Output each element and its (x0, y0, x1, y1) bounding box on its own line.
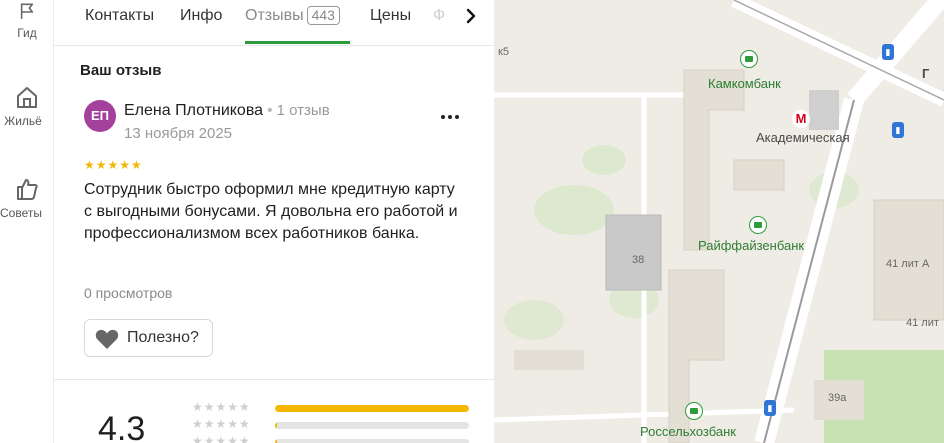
metro-icon[interactable]: M (792, 110, 810, 128)
author-reviews-count: 1 отзыв (276, 102, 330, 119)
tab-reviews[interactable]: Отзывы 443 (245, 6, 340, 26)
author-separator: • (267, 102, 273, 119)
rating-row-3[interactable]: ★★★★★ (192, 434, 482, 443)
rating-bar-fill (275, 422, 277, 429)
map-label-b41b: 41 лит (906, 317, 939, 329)
more-dots-icon (441, 115, 459, 119)
rating-bar-fill (275, 439, 277, 443)
bus-stop-icon[interactable]: ▮ (882, 44, 894, 60)
tab-contacts[interactable]: Контакты (85, 6, 154, 26)
rating-row-4[interactable]: ★★★★★ (192, 417, 482, 432)
map-label-b41a: 41 лит А (886, 258, 930, 270)
rail-item-tips-label: Советы (0, 206, 42, 220)
rating-bar (275, 422, 469, 429)
rail-item-guide-label: Гид (17, 26, 37, 40)
tab-photos[interactable]: Ф (433, 6, 445, 26)
map[interactable]: к5 ▮ Г Камкомбанк M Академическая ▮ Райф… (494, 0, 944, 443)
rail-item-housing-label: Жильё (4, 114, 42, 128)
rating-bar (275, 439, 469, 443)
review-more-button[interactable] (436, 103, 464, 123)
map-canvas (494, 0, 944, 443)
flag-icon (20, 3, 34, 19)
rail-item-guide[interactable]: Гид (0, 2, 54, 40)
rating-bar (275, 405, 469, 412)
house-icon (17, 87, 37, 108)
author-name[interactable]: Елена Плотникова (124, 102, 263, 119)
left-rail: Гид Жильё Советы (0, 0, 54, 443)
heart-icon (95, 329, 119, 349)
map-label-b39a: 39а (828, 392, 847, 404)
chevron-right-icon (466, 8, 476, 24)
average-rating: 4.3 (98, 410, 146, 443)
rating-row-stars: ★★★★★ (192, 417, 251, 431)
rating-bar-fill (275, 405, 469, 412)
thumbs-up-icon (17, 179, 38, 200)
tab-reviews-count: 443 (306, 6, 340, 25)
map-label-akademicheskaya[interactable]: Академическая (756, 130, 850, 145)
map-label-b38: 38 (632, 254, 645, 266)
tab-bar: Контакты Инфо Отзывы 443 Цены Ф (54, 0, 494, 46)
map-label-kamkombank[interactable]: Камкомбанк (708, 76, 781, 91)
bank-poi-icon[interactable] (685, 402, 703, 420)
useful-button[interactable]: Полезно? (84, 319, 213, 357)
rail-item-housing[interactable]: Жильё (0, 84, 54, 128)
avatar[interactable]: ЕП (84, 100, 116, 132)
bank-poi-icon[interactable] (749, 216, 767, 234)
bus-stop-icon[interactable]: ▮ (892, 122, 904, 138)
review-author: Елена Плотникова • 1 отзыв (124, 102, 330, 120)
rating-row-stars: ★★★★★ (192, 400, 251, 414)
tabs-next-button[interactable] (458, 2, 486, 30)
review-text: Сотрудник быстро оформил мне кредитную к… (84, 181, 458, 242)
map-label-edge: Г (922, 66, 930, 81)
review-stars: ★★★★★ (84, 158, 143, 172)
review-date: 13 ноября 2025 (124, 125, 233, 142)
map-label-rosselkhoz[interactable]: Россельхозбанк (640, 424, 736, 439)
map-label-k5: к5 (498, 46, 509, 58)
section-divider (54, 379, 494, 380)
your-review-title: Ваш отзыв (80, 62, 162, 79)
useful-button-label: Полезно? (127, 329, 199, 346)
tab-info[interactable]: Инфо (180, 6, 222, 26)
rating-row-5[interactable]: ★★★★★ (192, 400, 482, 415)
rail-item-tips[interactable]: Советы (0, 176, 54, 220)
review-views: 0 просмотров (84, 285, 173, 301)
map-label-raiffeisen[interactable]: Райффайзенбанк (698, 238, 804, 253)
org-panel: Контакты Инфо Отзывы 443 Цены Ф Ваш отзыв… (54, 0, 494, 443)
rating-row-stars: ★★★★★ (192, 434, 251, 443)
active-tab-indicator (245, 41, 350, 44)
bank-poi-icon[interactable] (740, 50, 758, 68)
tab-prices[interactable]: Цены (370, 6, 411, 26)
bus-stop-icon[interactable]: ▮ (764, 400, 776, 416)
tab-reviews-label: Отзывы (245, 7, 304, 24)
